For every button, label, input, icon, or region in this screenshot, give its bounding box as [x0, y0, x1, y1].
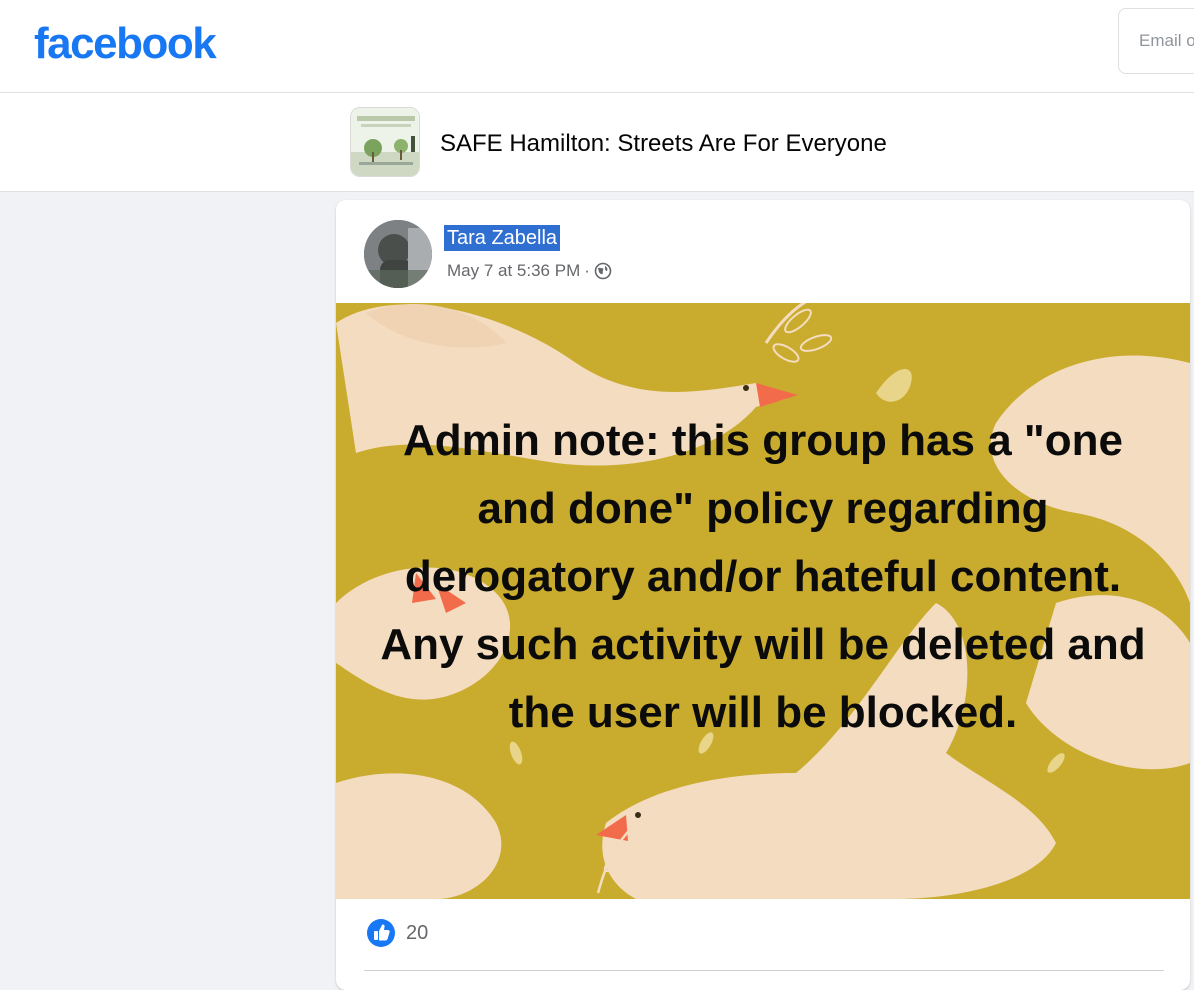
- post-image-text: Admin note: this group has a "one and do…: [380, 416, 1146, 737]
- author-name-link[interactable]: Tara Zabella: [444, 225, 561, 251]
- email-input[interactable]: [1118, 8, 1194, 74]
- reaction-summary[interactable]: 20: [366, 918, 428, 948]
- post-card: Tara Zabella May 7 at 5:36 PM · Admin no…: [336, 200, 1190, 990]
- post-meta: May 7 at 5:36 PM ·: [447, 260, 612, 282]
- group-cover-thumbnail[interactable]: [350, 107, 420, 177]
- meta-separator: ·: [584, 261, 590, 280]
- like-count[interactable]: 20: [406, 918, 428, 948]
- author-avatar[interactable]: [364, 220, 432, 288]
- top-navigation-bar: facebook: [0, 0, 1194, 93]
- group-name-link[interactable]: SAFE Hamilton: Streets Are For Everyone: [440, 129, 887, 159]
- group-header: SAFE Hamilton: Streets Are For Everyone: [0, 93, 1194, 192]
- post-divider: [364, 970, 1164, 971]
- globe-icon: [594, 262, 612, 280]
- facebook-logo[interactable]: facebook: [34, 16, 217, 72]
- post-timestamp[interactable]: May 7 at 5:36 PM: [447, 260, 580, 282]
- post-image[interactable]: Admin note: this group has a "one and do…: [336, 303, 1190, 899]
- like-icon: [367, 919, 395, 947]
